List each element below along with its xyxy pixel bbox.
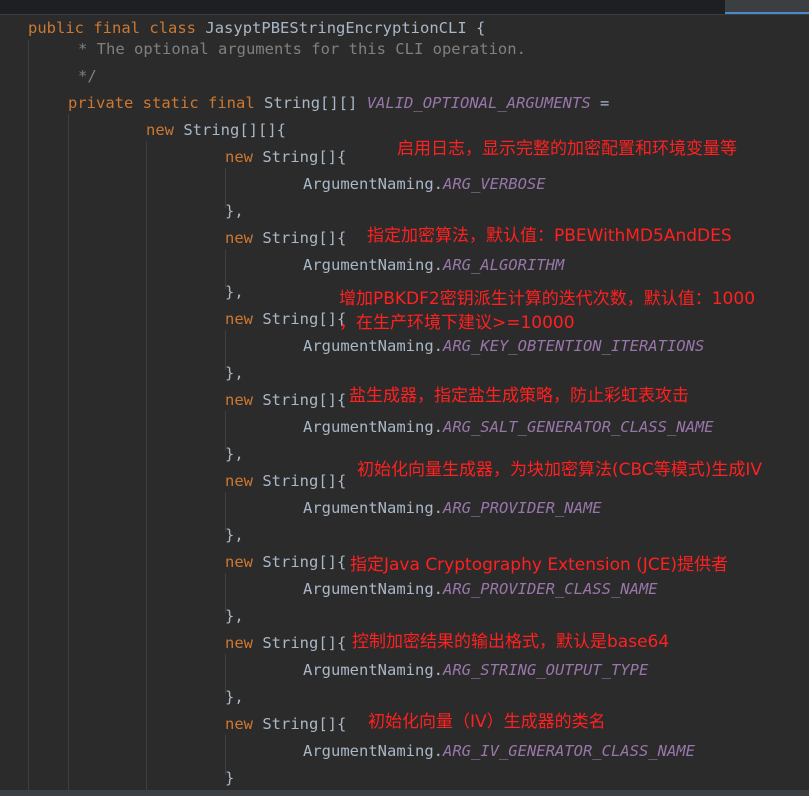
close-brace-comma: }, bbox=[225, 688, 244, 706]
outer-array-new[interactable]: new String[][]{ bbox=[146, 120, 286, 140]
close-brace-comma: }, bbox=[225, 526, 244, 544]
keyword-new: new bbox=[225, 553, 253, 571]
keyword-new: new bbox=[225, 148, 253, 166]
inner-array-type: String[]{ bbox=[262, 472, 347, 490]
inner-array-new[interactable]: new String[]{ bbox=[225, 633, 346, 653]
comment-line: * The optional arguments for this CLI op… bbox=[78, 40, 526, 58]
argument-entry[interactable]: ArgumentNaming.ARG_IV_GENERATOR_CLASS_NA… bbox=[303, 741, 695, 761]
keyword-new: new bbox=[225, 391, 253, 409]
horizontal-scrollbar[interactable] bbox=[0, 790, 809, 796]
annotation-salt: 盐生成器，指定盐生成策略，防止彩虹表攻击 bbox=[349, 386, 689, 406]
inner-array-new[interactable]: new String[]{ bbox=[225, 309, 346, 329]
argument-entry[interactable]: ArgumentNaming.ARG_SALT_GENERATOR_CLASS_… bbox=[303, 417, 714, 437]
field-name: VALID_OPTIONAL_ARGUMENTS bbox=[366, 94, 591, 112]
close-brace-comma: }, bbox=[225, 364, 244, 382]
inner-array-new[interactable]: new String[]{ bbox=[225, 471, 346, 491]
argument-entry[interactable]: ArgumentNaming.ARG_VERBOSE bbox=[303, 174, 546, 194]
editor-tab-bar bbox=[0, 0, 809, 15]
assign-operator: = bbox=[600, 94, 610, 112]
argument-prefix: ArgumentNaming. bbox=[303, 661, 443, 679]
keyword-new: new bbox=[225, 229, 253, 247]
close-brace-comma: }, bbox=[225, 202, 244, 220]
editor-tab-active[interactable] bbox=[725, 0, 809, 14]
argument-entry[interactable]: ArgumentNaming.ARG_KEY_OBTENTION_ITERATI… bbox=[303, 336, 704, 356]
comment-end: */ bbox=[78, 67, 97, 85]
keyword-new: new bbox=[225, 472, 253, 490]
keyword-static: static bbox=[142, 94, 199, 112]
indent-guide bbox=[146, 141, 147, 790]
close-brace-comma: }, bbox=[225, 607, 244, 625]
inner-array-new[interactable]: new String[]{ bbox=[225, 714, 346, 734]
class-name: JasyptPBEStringEncryptionCLI bbox=[205, 19, 467, 37]
close-brace-comma: }, bbox=[225, 283, 244, 301]
field-type: String[][] bbox=[264, 94, 358, 112]
argument-prefix: ArgumentNaming. bbox=[303, 256, 443, 274]
keyword-final: final bbox=[208, 94, 255, 112]
inner-array-type: String[]{ bbox=[262, 229, 347, 247]
argument-constant: ARG_KEY_OBTENTION_ITERATIONS bbox=[442, 337, 705, 355]
argument-entry[interactable]: ArgumentNaming.ARG_PROVIDER_CLASS_NAME bbox=[303, 579, 658, 599]
argument-constant: ARG_VERBOSE bbox=[442, 175, 546, 193]
close-brace-comma: }, bbox=[225, 445, 244, 463]
outer-array-type: String[][]{ bbox=[183, 121, 286, 139]
field-declaration[interactable]: private static final String[][] VALID_OP… bbox=[68, 93, 609, 113]
keyword-public: public bbox=[28, 19, 84, 37]
annotation-iterations: 增加PBKDF2密钥派生计算的迭代次数，默认值：1000 bbox=[339, 289, 756, 309]
keyword-new: new bbox=[225, 310, 253, 328]
argument-entry[interactable]: ArgumentNaming.ARG_STRING_OUTPUT_TYPE bbox=[303, 660, 648, 680]
argument-prefix: ArgumentNaming. bbox=[303, 175, 443, 193]
inner-array-type: String[]{ bbox=[262, 310, 347, 328]
keyword-new: new bbox=[225, 634, 253, 652]
argument-prefix: ArgumentNaming. bbox=[303, 580, 443, 598]
argument-prefix: ArgumentNaming. bbox=[303, 337, 443, 355]
argument-prefix: ArgumentNaming. bbox=[303, 418, 443, 436]
annotation-algorithm: 指定加密算法，默认值：PBEWithMD5AndDES bbox=[367, 226, 732, 246]
annotation-output-type: 控制加密结果的输出格式，默认是base64 bbox=[352, 632, 670, 652]
inner-array-type: String[]{ bbox=[262, 553, 347, 571]
inner-array-type: String[]{ bbox=[262, 715, 347, 733]
inner-array-new[interactable]: new String[]{ bbox=[225, 228, 346, 248]
argument-constant: ARG_SALT_GENERATOR_CLASS_NAME bbox=[442, 418, 714, 436]
annotation-provider-class: 指定Java Cryptography Extension (JCE)提供者 bbox=[350, 555, 729, 575]
argument-constant: ARG_PROVIDER_CLASS_NAME bbox=[442, 580, 658, 598]
annotation-verbose: 启用日志，显示完整的加密配置和环境变量等 bbox=[397, 139, 737, 159]
indent-guide bbox=[28, 40, 29, 790]
keyword-private: private bbox=[68, 94, 134, 112]
open-brace: { bbox=[476, 19, 486, 37]
argument-entry[interactable]: ArgumentNaming.ARG_ALGORITHM bbox=[303, 255, 564, 275]
argument-constant: ARG_ALGORITHM bbox=[442, 256, 565, 274]
argument-constant: ARG_IV_GENERATOR_CLASS_NAME bbox=[442, 742, 695, 760]
inner-array-type: String[]{ bbox=[262, 148, 347, 166]
keyword-new: new bbox=[146, 121, 174, 139]
keyword-final: final bbox=[93, 19, 141, 37]
annotation-iterations-continued: ，在生产环境下建议>=10000 bbox=[339, 313, 575, 333]
inner-array-type: String[]{ bbox=[262, 391, 347, 409]
inner-array-type: String[]{ bbox=[262, 634, 347, 652]
inner-array-new[interactable]: new String[]{ bbox=[225, 390, 346, 410]
class-declaration[interactable]: public final class JasyptPBEStringEncryp… bbox=[28, 18, 485, 38]
argument-prefix: ArgumentNaming. bbox=[303, 499, 443, 517]
annotation-iv-generator: 初始化向量（IV）生成器的类名 bbox=[368, 712, 606, 732]
keyword-new: new bbox=[225, 715, 253, 733]
keyword-class: class bbox=[149, 19, 197, 37]
argument-constant: ARG_PROVIDER_NAME bbox=[442, 499, 602, 517]
close-brace: } bbox=[225, 769, 235, 787]
argument-constant: ARG_STRING_OUTPUT_TYPE bbox=[442, 661, 649, 679]
inner-array-new[interactable]: new String[]{ bbox=[225, 552, 346, 572]
argument-entry[interactable]: ArgumentNaming.ARG_PROVIDER_NAME bbox=[303, 498, 602, 518]
argument-prefix: ArgumentNaming. bbox=[303, 742, 443, 760]
annotation-provider-name: 初始化向量生成器，为块加密算法(CBC等模式)生成IV bbox=[357, 460, 763, 480]
indent-guide bbox=[68, 114, 69, 790]
inner-array-new[interactable]: new String[]{ bbox=[225, 147, 346, 167]
